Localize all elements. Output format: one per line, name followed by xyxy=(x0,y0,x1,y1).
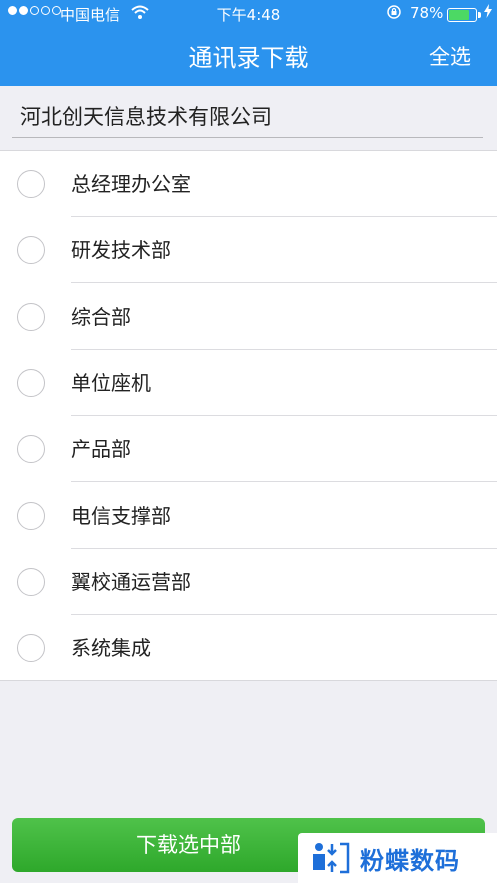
radio-unchecked-icon[interactable] xyxy=(17,567,45,596)
page-title: 通讯录下载 xyxy=(188,44,309,72)
department-label: 单位座机 xyxy=(71,370,151,395)
watermark-logo-icon xyxy=(313,842,350,874)
watermark-text: 粉蝶数码 xyxy=(360,846,460,875)
rotation-lock-icon xyxy=(386,4,402,24)
select-all-button[interactable]: 全选 xyxy=(429,41,471,71)
charging-bolt-icon xyxy=(484,4,492,21)
battery-cap xyxy=(478,12,481,18)
battery-percentage: 78% xyxy=(410,4,444,22)
watermark: 粉蝶数码 xyxy=(298,833,497,883)
department-row[interactable]: 单位座机 xyxy=(0,350,497,416)
radio-unchecked-icon[interactable] xyxy=(17,501,45,530)
department-label: 系统集成 xyxy=(71,636,151,661)
department-list: 总经理办公室 研发技术部综合部单位座机产品部电信支撑部翼校通运营部 系统集成 xyxy=(0,150,497,681)
status-bar: 中国电信 下午4:48 78% xyxy=(0,0,497,28)
radio-unchecked-icon[interactable] xyxy=(17,634,45,663)
department-label: 产品部 xyxy=(71,437,131,462)
department-label: 综合部 xyxy=(71,304,131,329)
department-label: 总经理办公室 xyxy=(71,172,191,196)
radio-unchecked-icon[interactable] xyxy=(17,435,45,464)
battery-icon xyxy=(447,8,477,22)
department-row[interactable]: 系统集成 xyxy=(0,615,497,681)
department-row[interactable]: 产品部 xyxy=(0,416,497,483)
department-label: 翼校通运营部 xyxy=(71,569,191,594)
radio-unchecked-icon[interactable] xyxy=(17,302,45,331)
top-bar: 中国电信 下午4:48 78% 通讯录下载 全选 xyxy=(0,0,497,86)
department-row[interactable]: 电信支撑部 xyxy=(0,483,497,549)
department-row[interactable]: 综合部 xyxy=(0,284,497,350)
department-row[interactable]: 翼校通运营部 xyxy=(0,549,497,615)
department-row[interactable]: 总经理办公室 xyxy=(0,151,497,217)
company-name: 河北创天信息技术有限公司 xyxy=(12,86,483,138)
department-label: 研发技术部 xyxy=(71,238,171,263)
radio-unchecked-icon[interactable] xyxy=(17,236,45,265)
radio-unchecked-icon[interactable] xyxy=(17,368,45,397)
department-label: 电信支撑部 xyxy=(71,503,171,528)
radio-unchecked-icon[interactable] xyxy=(17,170,45,198)
department-row[interactable]: 研发技术部 xyxy=(0,217,497,284)
